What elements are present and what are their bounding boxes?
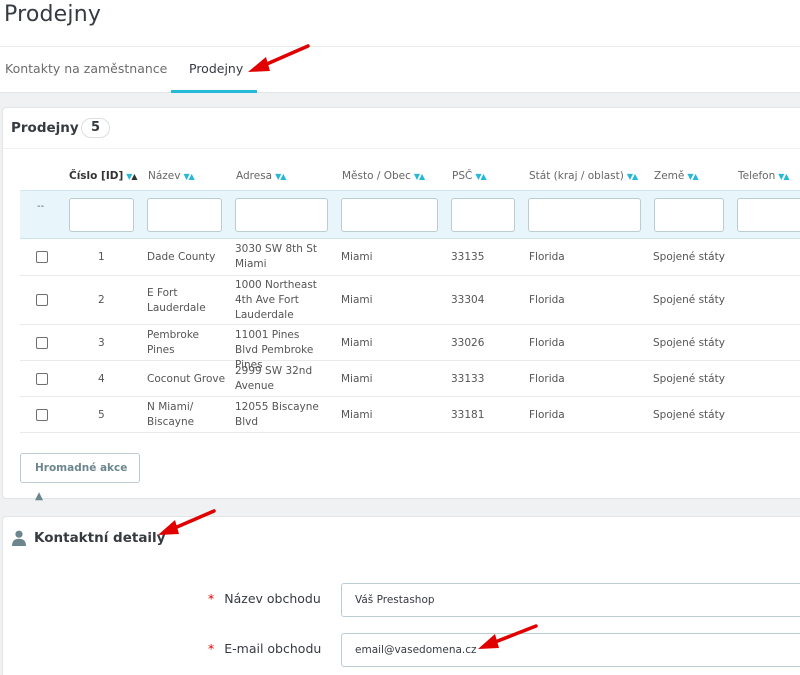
stores-panel-header: Prodejny 5 [3,108,800,149]
column-header-address-label: Adresa [236,170,273,182]
contact-details-title: Kontaktní detaily [34,530,166,546]
row-checkbox[interactable] [36,294,48,306]
cell-name: N Miami/ Biscayne [147,401,195,428]
cell-zip: 33135 [451,251,485,263]
cell-country: Spojené státy [653,373,725,385]
cell-id: 4 [98,373,105,385]
cell-state: Florida [529,337,565,349]
column-header-country-label: Země [654,170,685,182]
sort-icon[interactable]: ▼▲ [275,172,286,181]
filter-address-input[interactable] [235,198,328,232]
table-row[interactable]: 2 E Fort Lauderdale 1000 Northeast 4th A… [20,276,800,325]
column-header-zip[interactable]: PSČ ▼▲ [452,170,487,182]
tab-stores[interactable]: Prodejny [171,47,257,93]
cell-id: 2 [98,294,105,306]
cell-city: Miami [341,294,373,306]
column-header-city-label: Město / Obec [342,170,411,182]
filter-zip-input[interactable] [451,198,515,232]
filter-name-input[interactable] [147,198,222,232]
column-header-id-label: Číslo [ID] [69,170,124,182]
sort-icon[interactable]: ▼▲ [183,172,194,181]
cell-state: Florida [529,409,565,421]
column-header-address[interactable]: Adresa ▼▲ [236,170,286,182]
filter-country-input[interactable] [654,198,724,232]
cell-city: Miami [341,409,373,421]
column-header-phone-label: Telefon [738,170,776,182]
cell-country: Spojené státy [653,409,725,421]
table-row[interactable]: 3 Pembroke Pines 11001 Pines Blvd Pembro… [20,325,800,371]
stores-count-badge: 5 [81,118,111,138]
table-row[interactable]: 1 Dade County 3030 SW 8th St Miami Miami… [20,239,800,276]
cell-zip: 33026 [451,337,485,349]
cell-name: E Fort Lauderdale [147,287,206,314]
row-checkbox[interactable] [36,373,48,385]
column-header-state-label: Stát (kraj / oblast) [529,170,624,182]
page-title: Prodejny [4,2,102,27]
column-header-phone[interactable]: Telefon ▼▲ [738,170,790,182]
sort-icon[interactable]: ▼▲ [627,172,638,181]
filter-row: -- [20,190,800,239]
filter-city-input[interactable] [341,198,438,232]
column-header-country[interactable]: Země ▼▲ [654,170,699,182]
sort-icon[interactable]: ▼▲ [687,172,698,181]
contact-details-panel: Kontaktní detaily * Název obchodu Váš Pre… [2,516,800,675]
cell-zip: 33304 [451,294,485,306]
cell-state: Florida [529,294,565,306]
cell-id: 3 [98,337,105,349]
table-row[interactable]: 4 Coconut Grove 2999 SW 32nd Avenue Miam… [20,361,800,397]
cell-country: Spojené státy [653,251,725,263]
cell-address: 2999 SW 32nd Avenue [235,365,313,392]
cell-address: 3030 SW 8th St Miami [235,243,318,270]
store-name-label-text: Název obchodu [224,591,321,606]
sort-icon[interactable]: ▼▲ [126,172,137,181]
cell-country: Spojené státy [653,294,725,306]
cell-id: 5 [98,409,105,421]
cell-name: Dade County [147,251,216,263]
cell-name: Pembroke Pines [147,329,199,356]
column-header-name[interactable]: Název ▼▲ [148,170,195,182]
cell-city: Miami [341,373,373,385]
cell-city: Miami [341,251,373,263]
bulk-actions-button[interactable]: Hromadné akce ▲ [20,453,140,502]
cell-zip: 33133 [451,373,485,385]
row-checkbox[interactable] [36,409,48,421]
column-header-city[interactable]: Město / Obec ▼▲ [342,170,425,182]
sort-icon[interactable]: ▼▲ [475,172,486,181]
store-email-input[interactable]: email@vasedomena.cz [341,633,800,667]
stores-panel-title: Prodejny [11,120,79,136]
cell-id: 1 [98,251,105,263]
cell-city: Miami [341,337,373,349]
tab-employee-contacts[interactable]: Kontakty na zaměstnance [0,47,185,93]
row-checkbox[interactable] [36,251,48,263]
sort-icon[interactable]: ▼▲ [778,172,789,181]
store-name-input[interactable]: Váš Prestashop [341,583,800,617]
page-header: Prodejny Kontakty na zaměstnance Prodejn… [0,0,800,93]
cell-state: Florida [529,373,565,385]
cell-state: Florida [529,251,565,263]
filter-state-input[interactable] [528,198,641,232]
filter-placeholder: -- [37,201,45,212]
cell-address: 1000 Northeast 4th Ave Fort Lauderdale [235,279,317,321]
table-row[interactable]: 5 N Miami/ Biscayne 12055 Biscayne Blvd … [20,397,800,433]
filter-id-input[interactable] [69,198,134,232]
user-icon [12,530,26,546]
filter-phone-input[interactable] [737,198,800,232]
cell-name: Coconut Grove [147,373,226,385]
cell-country: Spojené státy [653,337,725,349]
cell-zip: 33181 [451,409,485,421]
sort-icon[interactable]: ▼▲ [414,172,425,181]
column-header-state[interactable]: Stát (kraj / oblast) ▼▲ [529,170,638,182]
required-marker: * [208,641,215,656]
cell-address: 12055 Biscayne Blvd [235,401,319,428]
store-email-label-text: E-mail obchodu [224,641,322,656]
store-email-label: * E-mail obchodu [208,641,321,656]
required-marker: * [208,591,215,606]
stores-panel: Prodejny 5 Číslo [ID] ▼▲ Název ▼▲ Adresa ▼▲… [2,107,800,502]
column-header-id[interactable]: Číslo [ID] ▼▲ [69,170,138,182]
column-header-name-label: Název [148,170,181,182]
row-checkbox[interactable] [36,337,48,349]
column-header-zip-label: PSČ [452,170,473,182]
store-name-label: * Název obchodu [208,591,321,606]
